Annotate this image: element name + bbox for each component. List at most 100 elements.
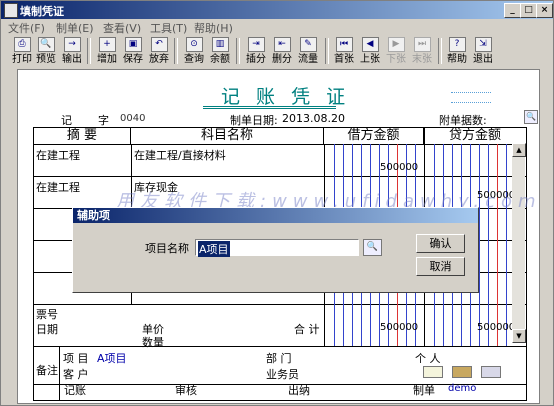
- voucher-window: 填制凭证 _ □ × 文件(F) 制单(E) 查看(V) 工具(T) 帮助(H)…: [0, 0, 554, 406]
- title-bar: 填制凭证 _ □ ×: [1, 1, 553, 19]
- next-icon: ▶: [387, 37, 405, 52]
- toolbar-separator: [236, 38, 240, 64]
- row2-summary[interactable]: 在建工程: [36, 179, 80, 195]
- add-button[interactable]: + 增加: [96, 36, 118, 66]
- project-name-input[interactable]: A项目: [195, 239, 359, 257]
- preview-icon: 🔍: [37, 37, 55, 52]
- menu-bar: 文件(F) 制单(E) 查看(V) 工具(T) 帮助(H): [1, 19, 553, 35]
- confirm-button[interactable]: 确认: [416, 234, 465, 253]
- exit-icon: ⇲: [474, 37, 492, 52]
- row1-debit[interactable]: 500000: [380, 162, 418, 173]
- toolbar-separator: [438, 38, 442, 64]
- summary-header: 摘 要: [34, 128, 131, 144]
- menu-file[interactable]: 文件(F): [8, 20, 45, 36]
- digit-line: [479, 144, 480, 346]
- digit-line: [488, 144, 489, 346]
- first-icon: ⏮: [335, 37, 353, 52]
- delete-row-icon: ⇤: [273, 37, 291, 52]
- last-voucher-button[interactable]: ⏭ 末张: [411, 36, 433, 66]
- scroll-down-arrow-icon[interactable]: ▼: [512, 329, 526, 343]
- dotted-line: [451, 92, 491, 93]
- scroll-up-arrow-icon[interactable]: ▲: [512, 143, 526, 157]
- department-label: 部 门: [266, 352, 292, 365]
- reference-search-icon[interactable]: 🔍: [524, 110, 538, 124]
- next-voucher-button[interactable]: ▶ 下张: [385, 36, 407, 66]
- date-label: 制单日期:: [230, 114, 278, 127]
- previous-voucher-button[interactable]: ◀ 上张: [359, 36, 381, 66]
- decimal-line: [497, 144, 498, 346]
- minimize-button[interactable]: _: [504, 3, 521, 18]
- total-credit: 500000: [477, 322, 516, 333]
- row1-account[interactable]: 在建工程/直接材料: [134, 147, 226, 163]
- add-icon: +: [98, 37, 116, 52]
- card-icon[interactable]: [423, 366, 443, 378]
- maker-label: 制单: [413, 384, 435, 397]
- menu-tools[interactable]: 工具(T): [150, 20, 187, 36]
- cashflow-icon: ✎: [299, 37, 317, 52]
- insert-entry-button[interactable]: ⇥ 插分: [245, 36, 267, 66]
- balance-chart-icon: ▥: [211, 37, 229, 52]
- toolbar-separator: [87, 38, 91, 64]
- save-icon: ▣: [124, 37, 142, 52]
- row2-credit[interactable]: 500000: [477, 190, 515, 201]
- auditor-label: 审核: [175, 384, 197, 397]
- project-search-icon[interactable]: 🔍: [363, 239, 382, 256]
- cashier-label: 出纳: [288, 384, 310, 397]
- cashflow-button[interactable]: ✎ 流量: [297, 36, 319, 66]
- dialog-title-bar: 辅助项: [73, 208, 478, 223]
- vertical-scrollbar[interactable]: ▲ ▼: [512, 143, 526, 343]
- title-underline: [203, 106, 336, 109]
- query-button[interactable]: ⊙ 查询: [183, 36, 205, 66]
- bill-number-label: 票号: [36, 308, 58, 321]
- balance-button[interactable]: ▥ 余额: [209, 36, 231, 66]
- bill-date-label: 日期: [36, 323, 58, 336]
- toolbar-separator: [325, 38, 329, 64]
- menu-edit[interactable]: 制单(E): [56, 20, 94, 36]
- salesperson-label: 业务员: [266, 368, 299, 381]
- maximize-button[interactable]: □: [520, 3, 537, 18]
- cancel-button[interactable]: 取消: [416, 257, 465, 276]
- previous-icon: ◀: [361, 37, 379, 52]
- voucher-type[interactable]: 记: [61, 112, 72, 128]
- toolbar: ⎙ 打印 🔍 预览 → 输出 + 增加 ▣ 保存 ↶ 放弃 ⊙ 查询 ▥ 余额 ⇥ 插分 ⇤ 删分 …: [3, 36, 551, 66]
- project-name-value: A项目: [198, 241, 230, 257]
- discard-button[interactable]: ↶ 放弃: [148, 36, 170, 66]
- insert-row-icon: ⇥: [247, 37, 265, 52]
- tools-icon[interactable]: [481, 366, 501, 378]
- window-title: 填制凭证: [20, 5, 64, 18]
- project-value[interactable]: A项目: [97, 350, 127, 366]
- dotted-line: [451, 102, 491, 103]
- voucher-number[interactable]: 0040: [120, 113, 145, 124]
- undo-icon: ↶: [150, 37, 168, 52]
- folder-icon[interactable]: [452, 366, 472, 378]
- row2-account[interactable]: 库存现金: [134, 179, 178, 195]
- preview-button[interactable]: 🔍 预览: [35, 36, 57, 66]
- dialog-title: 辅助项: [77, 209, 110, 222]
- export-icon: →: [63, 37, 81, 52]
- voucher-date[interactable]: 2013.08.20: [282, 112, 345, 125]
- grid-line: [34, 346, 526, 347]
- remark-label: 备注: [36, 364, 58, 377]
- print-button[interactable]: ⎙ 打印: [11, 36, 33, 66]
- save-button[interactable]: ▣ 保存: [122, 36, 144, 66]
- customer-label: 客 户: [63, 368, 89, 381]
- close-button[interactable]: ×: [536, 3, 553, 18]
- help-button[interactable]: ? 帮助: [446, 36, 468, 66]
- delete-entry-button[interactable]: ⇤ 删分: [271, 36, 293, 66]
- export-button[interactable]: → 输出: [61, 36, 83, 66]
- total-label: 合 计: [294, 323, 320, 336]
- toolbar-separator: [174, 38, 178, 64]
- exit-button[interactable]: ⇲ 退出: [472, 36, 494, 66]
- first-voucher-button[interactable]: ⏮ 首张: [333, 36, 355, 66]
- menu-view[interactable]: 查看(V): [103, 20, 141, 36]
- quantity-label: 数量: [142, 336, 164, 349]
- print-icon: ⎙: [13, 37, 31, 52]
- voucher-number-label: 字: [98, 114, 109, 127]
- voucher-title: 记 账 凭 证: [221, 86, 351, 108]
- grid-line: [59, 346, 60, 400]
- row1-summary[interactable]: 在建工程: [36, 147, 80, 163]
- menu-help[interactable]: 帮助(H): [194, 20, 233, 36]
- debit-header: 借方金额: [324, 128, 424, 144]
- attachment-label: 附单据数:: [439, 114, 487, 127]
- binoculars-icon: ⊙: [185, 37, 203, 52]
